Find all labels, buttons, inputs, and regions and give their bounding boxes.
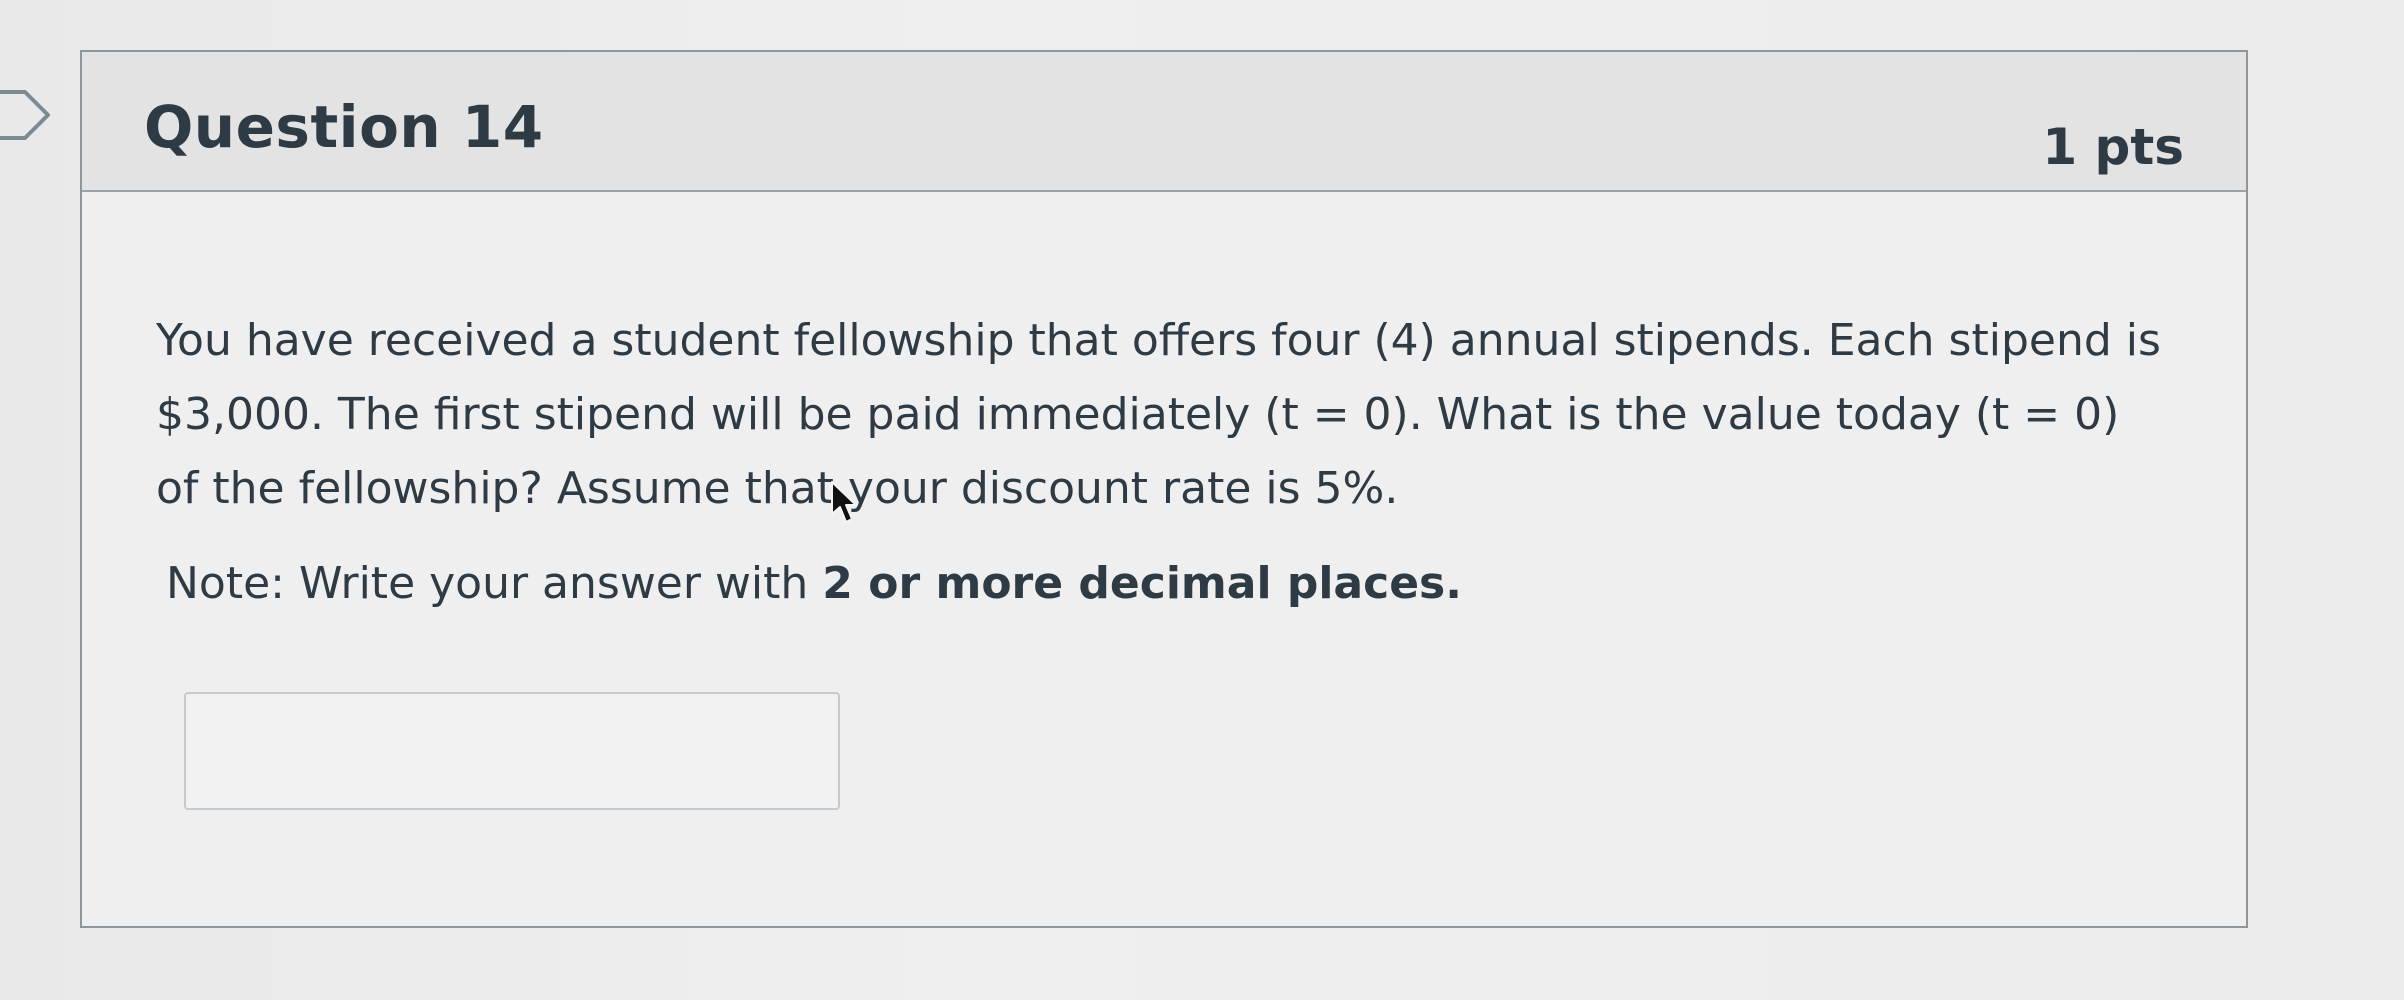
question-points: 1 pts: [2042, 118, 2184, 176]
question-text: You have received a student fellowship t…: [156, 315, 2161, 514]
answer-format-note-prefix: Note: Write your answer with: [166, 558, 823, 609]
answer-format-note: Note: Write your answer with 2 or more d…: [166, 557, 1666, 611]
decimal-places-requirement: 2 or more decimal places.: [822, 558, 1462, 609]
question-flag-icon[interactable]: [0, 84, 54, 146]
question-title: Question 14: [144, 93, 544, 161]
question-body: You have received a student fellowship t…: [82, 192, 2246, 926]
question-header: Question 14 1 pts: [82, 52, 2246, 192]
answer-input[interactable]: [184, 692, 840, 810]
question-card: Question 14 1 pts You have received a st…: [80, 50, 2248, 928]
mouse-cursor-icon: [831, 481, 857, 523]
